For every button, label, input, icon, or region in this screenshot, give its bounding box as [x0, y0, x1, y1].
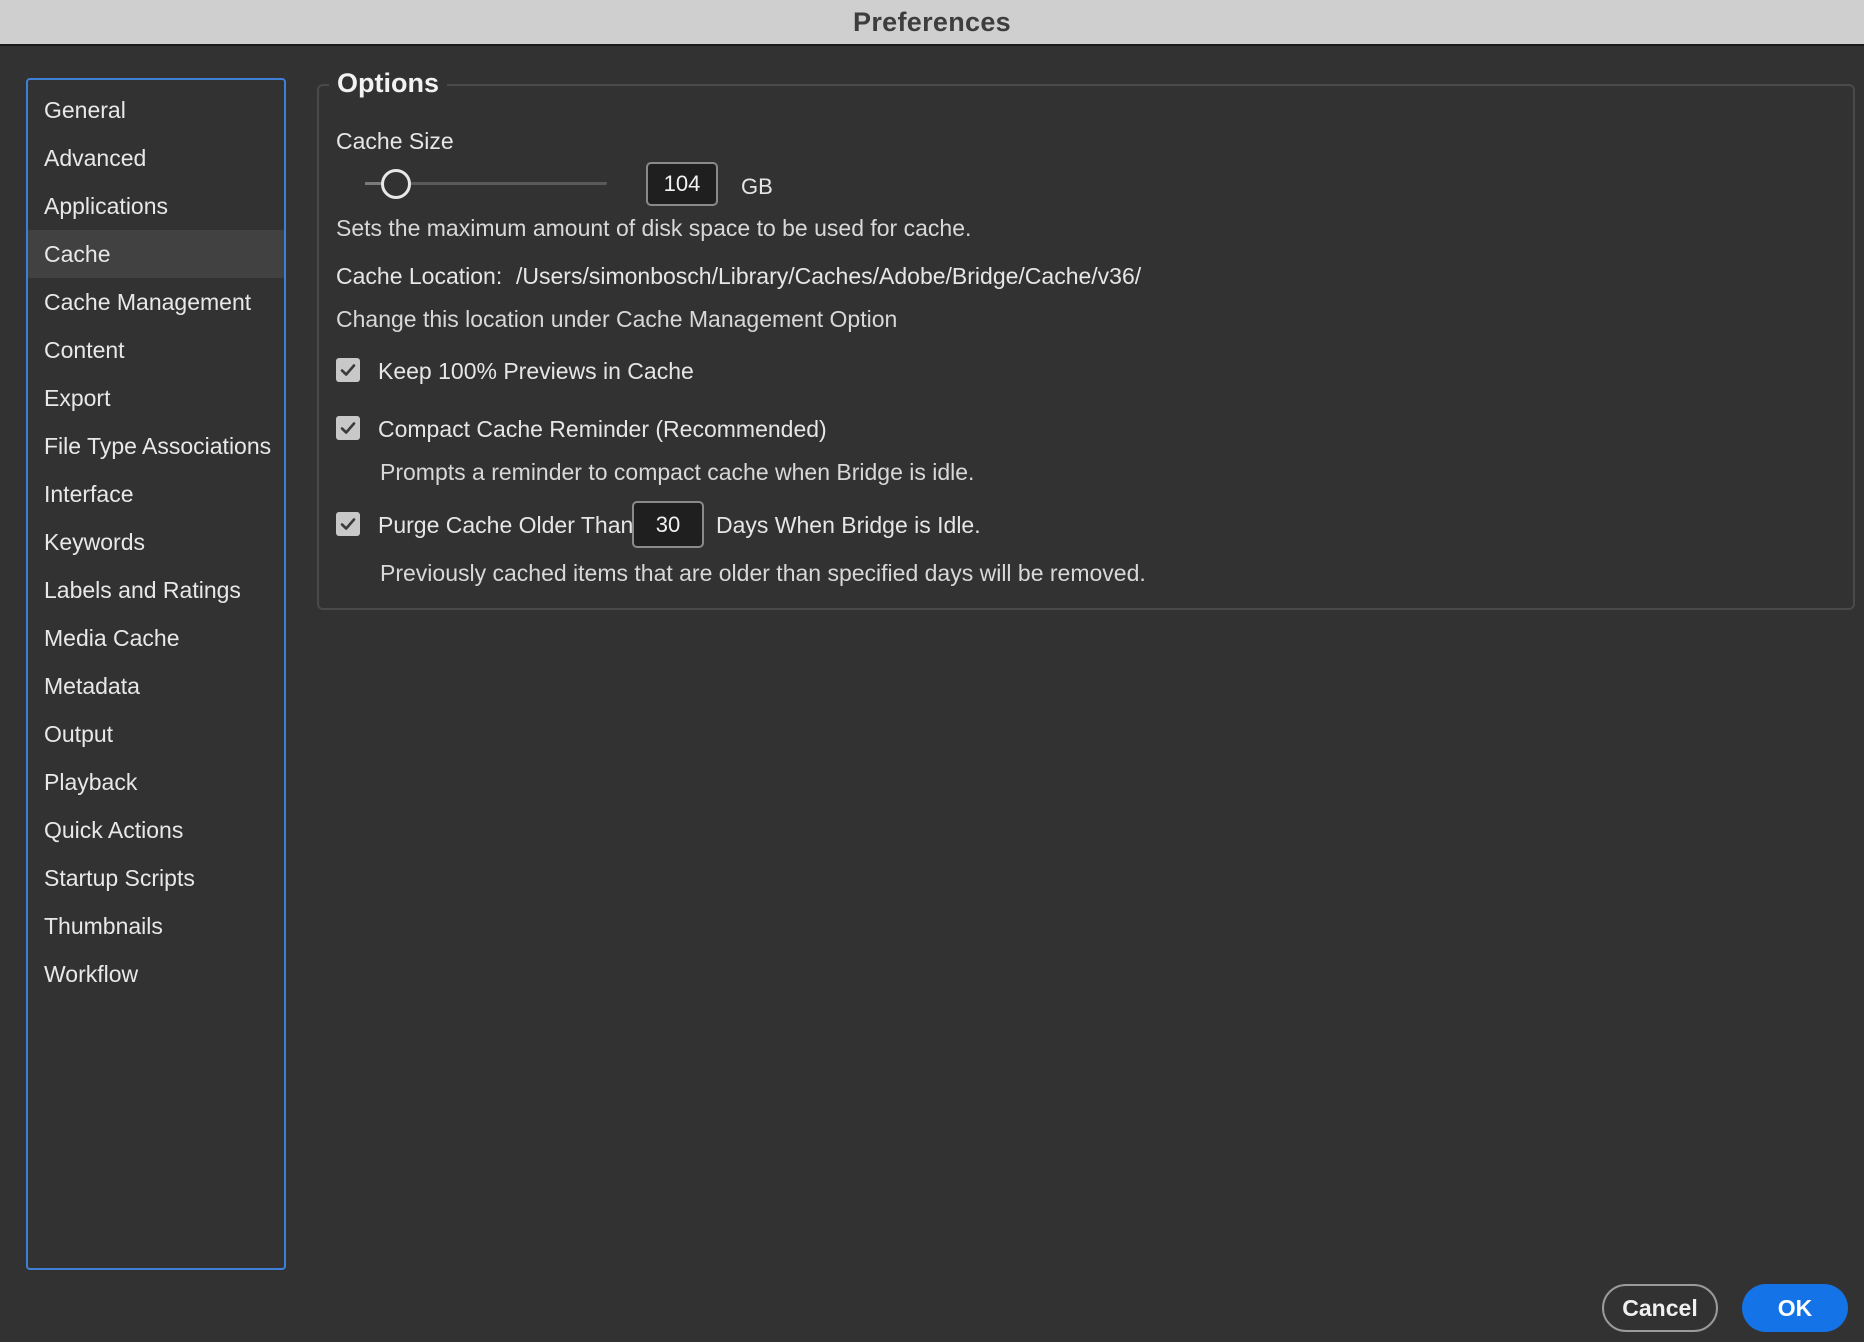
cache-size-input[interactable] — [646, 162, 718, 206]
checkmark-icon — [340, 518, 356, 530]
sidebar-item-label: Quick Actions — [44, 816, 184, 843]
sidebar-item-keywords[interactable]: Keywords — [28, 518, 284, 566]
sidebar-item-label: Advanced — [44, 144, 147, 171]
compact-reminder-label[interactable]: Compact Cache Reminder (Recommended) — [378, 416, 827, 443]
sidebar-item-labels-and-ratings[interactable]: Labels and Ratings — [28, 566, 284, 614]
keep-previews-checkbox[interactable] — [336, 358, 360, 382]
cache-size-label: Cache Size — [336, 128, 454, 154]
sidebar-item-label: Export — [44, 384, 111, 411]
purge-days-suffix: Days When Bridge is Idle. — [716, 512, 981, 538]
sidebar-item-metadata[interactable]: Metadata — [28, 662, 284, 710]
preferences-sidebar: General Advanced Applications Cache Cach… — [26, 78, 286, 1270]
sidebar-item-quick-actions[interactable]: Quick Actions — [28, 806, 284, 854]
purge-cache-help: Previously cached items that are older t… — [380, 560, 1146, 586]
sidebar-item-export[interactable]: Export — [28, 374, 284, 422]
sidebar-item-file-type-associations[interactable]: File Type Associations — [28, 422, 284, 470]
sidebar-item-label: General — [44, 96, 126, 123]
keep-previews-label[interactable]: Keep 100% Previews in Cache — [378, 358, 694, 385]
ok-button[interactable]: OK — [1742, 1284, 1848, 1332]
cache-location-help: Change this location under Cache Managem… — [336, 306, 898, 332]
sidebar-item-media-cache[interactable]: Media Cache — [28, 614, 284, 662]
compact-reminder-checkbox[interactable] — [336, 416, 360, 440]
sidebar-item-label: Output — [44, 720, 114, 747]
sidebar-item-label: Thumbnails — [44, 912, 163, 939]
sidebar-item-workflow[interactable]: Workflow — [28, 950, 284, 998]
sidebar-item-label: Cache — [44, 240, 111, 267]
checkmark-icon — [340, 364, 356, 376]
purge-cache-checkbox[interactable] — [336, 512, 360, 536]
window-title: Preferences — [853, 6, 1011, 37]
sidebar-item-label: Content — [44, 336, 125, 363]
sidebar-item-applications[interactable]: Applications — [28, 182, 284, 230]
sidebar-item-label: Startup Scripts — [44, 864, 195, 891]
sidebar-item-label: Interface — [44, 480, 134, 507]
title-bar: Preferences — [0, 0, 1864, 46]
sidebar-item-thumbnails[interactable]: Thumbnails — [28, 902, 284, 950]
sidebar-item-playback[interactable]: Playback — [28, 758, 284, 806]
sidebar-item-output[interactable]: Output — [28, 710, 284, 758]
sidebar-item-label: Media Cache — [44, 624, 180, 651]
sidebar-item-interface[interactable]: Interface — [28, 470, 284, 518]
compact-reminder-help: Prompts a reminder to compact cache when… — [380, 459, 975, 485]
sidebar-item-general[interactable]: General — [28, 86, 284, 134]
sidebar-item-label: Keywords — [44, 528, 145, 555]
checkmark-icon — [340, 422, 356, 434]
cancel-button[interactable]: Cancel — [1602, 1284, 1718, 1332]
sidebar-item-label: Cache Management — [44, 288, 252, 315]
cache-size-help: Sets the maximum amount of disk space to… — [336, 215, 972, 241]
sidebar-item-label: Playback — [44, 768, 138, 795]
sidebar-item-cache[interactable]: Cache — [28, 230, 284, 278]
sidebar-item-label: Labels and Ratings — [44, 576, 241, 603]
cache-size-unit: GB — [741, 174, 773, 199]
cache-location-label: Cache Location: — [336, 263, 503, 289]
cache-location-path: /Users/simonbosch/Library/Caches/Adobe/B… — [516, 263, 1142, 289]
sidebar-item-label: File Type Associations — [44, 432, 272, 459]
sidebar-item-label: Applications — [44, 192, 169, 219]
purge-days-input[interactable] — [632, 501, 704, 548]
sidebar-item-label: Workflow — [44, 960, 139, 987]
sidebar-item-label: Metadata — [44, 672, 140, 699]
options-legend: Options — [329, 68, 447, 99]
sidebar-item-advanced[interactable]: Advanced — [28, 134, 284, 182]
sidebar-item-cache-management[interactable]: Cache Management — [28, 278, 284, 326]
sidebar-item-startup-scripts[interactable]: Startup Scripts — [28, 854, 284, 902]
cache-size-slider-thumb[interactable] — [381, 169, 411, 199]
sidebar-item-content[interactable]: Content — [28, 326, 284, 374]
purge-cache-label[interactable]: Purge Cache Older Than — [378, 512, 633, 539]
